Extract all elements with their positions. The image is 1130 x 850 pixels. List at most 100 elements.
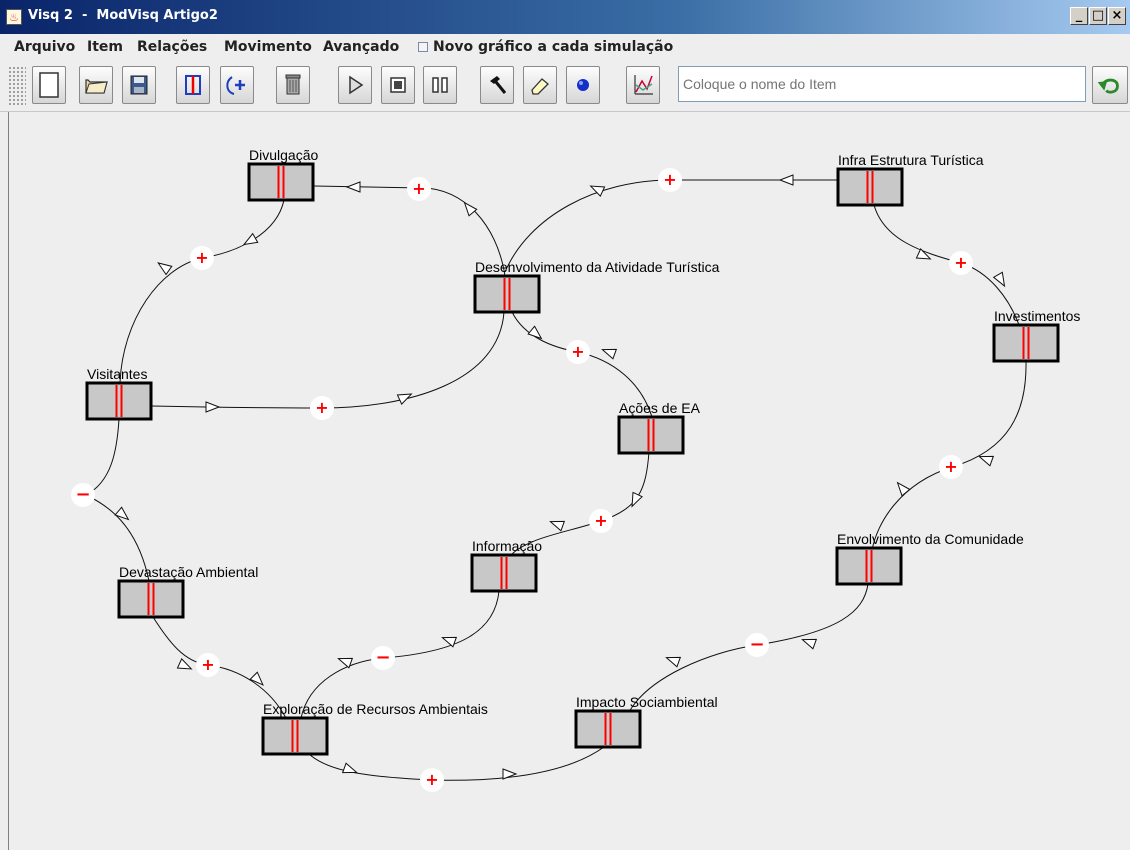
minus-sign: − xyxy=(75,484,90,505)
link-curve[interactable] xyxy=(119,199,285,383)
link-sign[interactable]: + xyxy=(190,246,214,270)
item-name-input[interactable] xyxy=(678,66,1086,102)
arrowhead-icon xyxy=(896,481,911,497)
link-sign[interactable]: + xyxy=(658,168,682,192)
node-impacto-sociambiental[interactable]: Impacto Sociambiental xyxy=(574,694,718,749)
node-infra-estrutura-turistica[interactable]: Infra Estrutura Turística xyxy=(836,152,984,207)
new-file-icon xyxy=(39,72,59,98)
node-box[interactable] xyxy=(617,415,685,455)
save-button[interactable] xyxy=(122,66,156,104)
node-box[interactable] xyxy=(247,162,315,202)
plus-sign: + xyxy=(954,253,967,272)
menu-relacoes[interactable]: Relações xyxy=(137,39,207,55)
link-sign[interactable]: + xyxy=(589,509,613,533)
causal-link[interactable]: + xyxy=(504,168,838,273)
arrowhead-icon xyxy=(441,636,458,648)
sphere-button[interactable] xyxy=(566,66,600,104)
link-sign[interactable]: + xyxy=(566,340,590,364)
link-sign[interactable]: − xyxy=(71,483,95,507)
link-sign[interactable]: + xyxy=(420,768,444,792)
minus-sign: − xyxy=(749,634,764,655)
maximize-button[interactable]: □ xyxy=(1089,7,1107,25)
menu-avancado[interactable]: Avançado xyxy=(323,39,399,55)
node-devastacao-ambiental[interactable]: Devastação Ambiental xyxy=(117,564,258,619)
new-graph-checkbox[interactable] xyxy=(418,42,428,52)
causal-link[interactable]: − xyxy=(628,583,869,713)
node-box[interactable] xyxy=(835,546,903,586)
node-investimentos[interactable]: Investimentos xyxy=(992,308,1080,363)
node-box[interactable] xyxy=(836,167,904,207)
link-curve[interactable] xyxy=(308,746,605,781)
link-sign[interactable]: + xyxy=(196,653,220,677)
node-box[interactable] xyxy=(470,553,538,593)
link-sign[interactable]: + xyxy=(939,455,963,479)
link-curve[interactable] xyxy=(300,590,500,719)
close-button[interactable]: × xyxy=(1108,7,1126,25)
node-divulgacao[interactable]: Divulgação xyxy=(247,147,318,202)
causal-link[interactable]: − xyxy=(71,418,150,582)
menu-movimento[interactable]: Movimento xyxy=(224,39,312,55)
causal-loop-diagram[interactable]: + + + + + + + + − − − + + Divulgação Infra Estrutura T… xyxy=(9,112,1130,850)
pause-button[interactable] xyxy=(423,66,457,104)
save-disk-icon xyxy=(130,75,148,95)
menu-arquivo[interactable]: Arquivo xyxy=(14,39,75,55)
node-label: Investimentos xyxy=(994,308,1080,324)
graph-icon xyxy=(634,75,653,95)
arrowhead-icon xyxy=(778,174,794,186)
delete-button[interactable] xyxy=(276,66,310,104)
node-label: Visitantes xyxy=(87,366,147,382)
open-button[interactable] xyxy=(79,66,113,104)
causal-link[interactable]: + xyxy=(871,360,1027,551)
node-box[interactable] xyxy=(117,579,185,619)
minimize-button[interactable]: _ xyxy=(1070,7,1088,25)
causal-link[interactable]: + xyxy=(119,199,285,383)
new-file-button[interactable] xyxy=(32,66,66,104)
add-relation-button[interactable] xyxy=(220,66,254,104)
node-desenvolvimento-da-atividade-turistica[interactable]: Desenvolvimento da Atividade Turística xyxy=(473,259,720,314)
link-sign[interactable]: + xyxy=(310,396,334,420)
arrowhead-icon xyxy=(589,185,606,197)
link-curve[interactable] xyxy=(873,204,1020,326)
node-box[interactable] xyxy=(85,381,153,421)
node-visitantes[interactable]: Visitantes xyxy=(85,366,153,421)
arrowhead-icon xyxy=(665,656,682,668)
stop-button[interactable] xyxy=(381,66,415,104)
node-envolvimento-da-comunidade[interactable]: Envolvimento da Comunidade xyxy=(835,531,1024,586)
node-box[interactable] xyxy=(992,323,1060,363)
causal-link[interactable]: + xyxy=(151,311,505,420)
causal-link[interactable]: + xyxy=(873,204,1020,326)
node-exploracao-de-recursos-ambientais[interactable]: Exploração de Recursos Ambientais xyxy=(261,701,488,756)
model-canvas[interactable]: + + + + + + + + − − − + + Divulgação Infra Estrutura T… xyxy=(8,112,1130,850)
title-bar[interactable]: ♨ Visq 2 - ModVisq Artigo2 _ □ × xyxy=(0,0,1130,34)
add-item-icon xyxy=(185,75,201,95)
menu-item[interactable]: Item xyxy=(87,39,123,55)
minus-sign: − xyxy=(375,647,390,668)
add-item-button[interactable] xyxy=(176,66,210,104)
node-box[interactable] xyxy=(574,709,642,749)
plus-sign: + xyxy=(944,457,957,476)
graph-button[interactable] xyxy=(626,66,660,104)
causal-link[interactable]: − xyxy=(300,590,500,719)
node-box[interactable] xyxy=(261,716,329,756)
link-sign[interactable]: − xyxy=(745,633,769,657)
link-curve[interactable] xyxy=(151,311,505,409)
link-sign[interactable]: + xyxy=(949,251,973,275)
link-sign[interactable]: − xyxy=(371,646,395,670)
arrowhead-icon xyxy=(801,638,818,650)
plus-sign: + xyxy=(663,170,676,189)
link-sign[interactable]: + xyxy=(407,177,431,201)
eraser-button[interactable] xyxy=(523,66,557,104)
node-acoes-de-ea[interactable]: Ações de EA xyxy=(617,400,701,455)
arrowhead-icon xyxy=(114,506,130,521)
node-label: Divulgação xyxy=(249,147,318,163)
causal-link[interactable]: + xyxy=(308,746,605,792)
node-label: Devastação Ambiental xyxy=(119,564,258,580)
link-curve[interactable] xyxy=(84,418,150,582)
hammer-button[interactable] xyxy=(480,66,514,104)
play-button[interactable] xyxy=(338,66,372,104)
undo-button[interactable] xyxy=(1092,66,1128,104)
toolbar-grip[interactable] xyxy=(8,66,26,106)
node-box[interactable] xyxy=(473,274,541,314)
new-graph-checkbox-label[interactable]: Novo gráfico a cada simulação xyxy=(433,39,673,55)
node-informacao[interactable]: Informação xyxy=(470,538,542,593)
